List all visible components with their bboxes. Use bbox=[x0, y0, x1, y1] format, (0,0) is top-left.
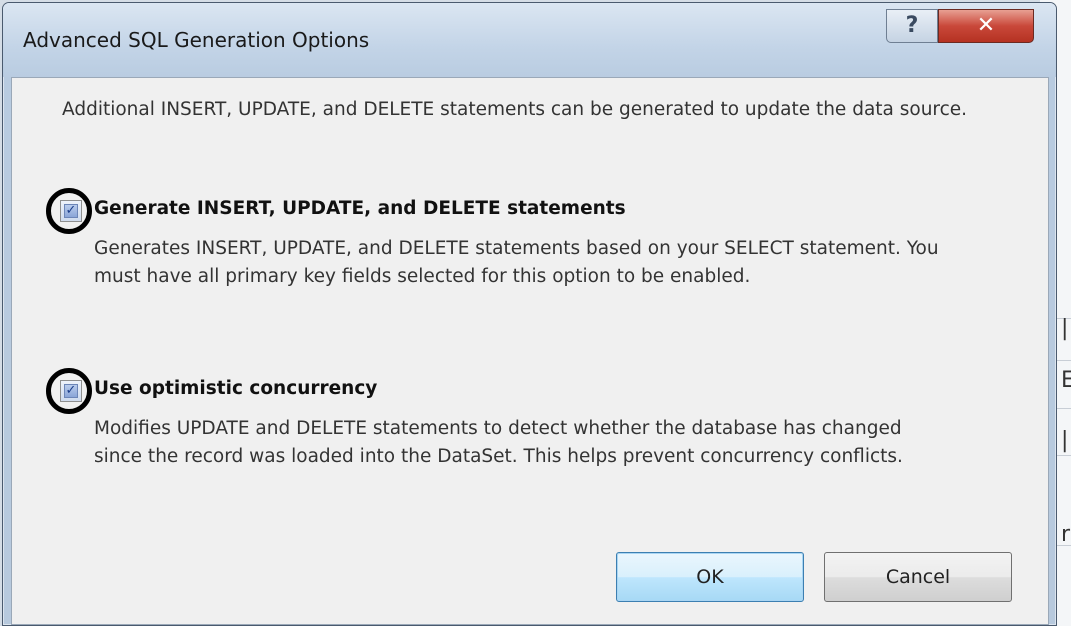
optimistic-concurrency-label[interactable]: Use optimistic concurrency bbox=[94, 378, 377, 399]
optimistic-concurrency-description: Modifies UPDATE and DELETE statements to… bbox=[94, 418, 903, 467]
dialog-window: Advanced SQL Generation Options ? ✕ Addi… bbox=[2, 2, 1057, 626]
background-text: E bbox=[1061, 368, 1071, 393]
title-bar[interactable]: Advanced SQL Generation Options ? ✕ bbox=[3, 3, 1056, 77]
background-text: | bbox=[1061, 428, 1069, 453]
close-button[interactable]: ✕ bbox=[938, 9, 1034, 43]
annotation-circle bbox=[46, 368, 92, 414]
close-icon: ✕ bbox=[976, 13, 996, 38]
cancel-button[interactable]: Cancel bbox=[824, 552, 1012, 602]
annotation-circle bbox=[46, 188, 92, 234]
generate-statements-label[interactable]: Generate INSERT, UPDATE, and DELETE stat… bbox=[94, 198, 626, 219]
help-icon: ? bbox=[905, 13, 919, 38]
ok-button[interactable]: OK bbox=[616, 552, 804, 602]
generate-statements-description: Generates INSERT, UPDATE, and DELETE sta… bbox=[94, 238, 939, 287]
dialog-title: Advanced SQL Generation Options bbox=[23, 28, 370, 52]
dialog-body: Additional INSERT, UPDATE, and DELETE st… bbox=[11, 77, 1049, 625]
intro-text: Additional INSERT, UPDATE, and DELETE st… bbox=[62, 99, 968, 120]
background-text: r bbox=[1061, 522, 1071, 547]
background-text: | bbox=[1061, 316, 1069, 341]
help-button[interactable]: ? bbox=[886, 9, 938, 43]
